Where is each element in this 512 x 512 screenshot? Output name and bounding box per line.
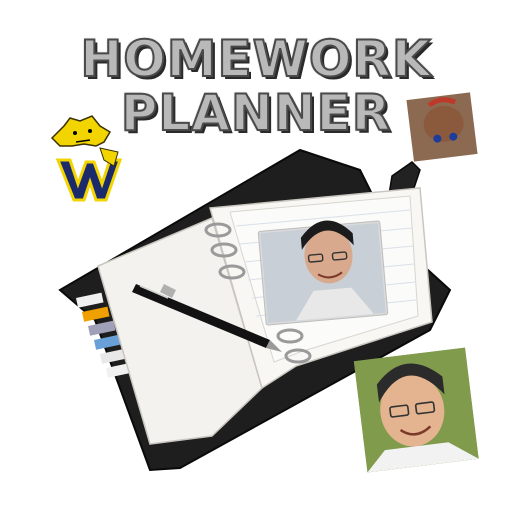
wildcat-w-logo xyxy=(50,115,123,202)
planner-scene xyxy=(50,92,479,473)
planner-photo xyxy=(257,220,389,326)
photo-top-right xyxy=(406,92,478,162)
photo-bottom-right xyxy=(353,347,479,473)
